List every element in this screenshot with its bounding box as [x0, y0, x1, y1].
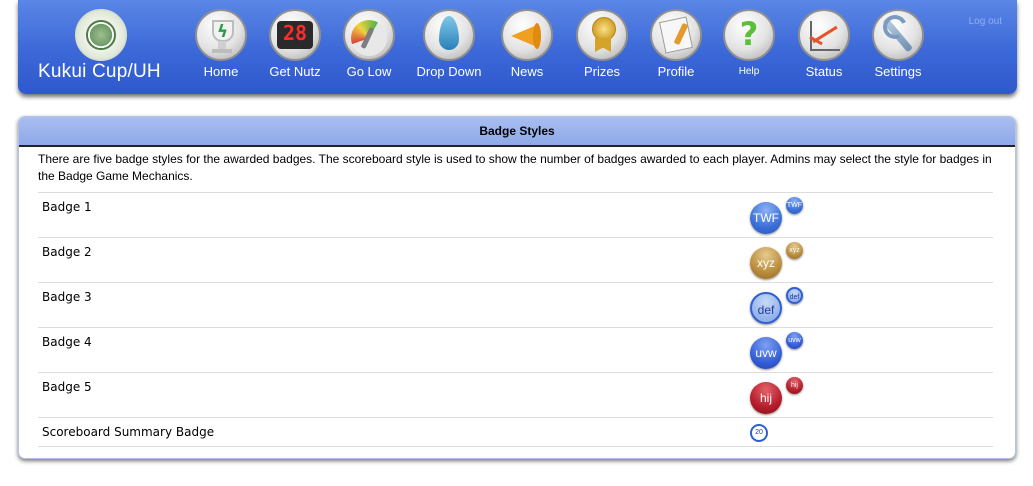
badge-small: xyz [786, 242, 803, 259]
nav-label-profile: Profile [657, 64, 695, 79]
line-chart-icon [798, 9, 850, 61]
badge-large: TWF [750, 202, 782, 234]
nav-label-get-nutz: Get Nutz [269, 64, 321, 79]
scoreboard-summary-row: Scoreboard Summary Badge 20 [38, 418, 993, 447]
nav-label-status: Status [805, 64, 843, 79]
scoreboard-count-badge: 20 [750, 424, 768, 442]
badge-small: TWF [786, 197, 803, 214]
logout-link[interactable]: Log out [969, 16, 1002, 27]
badge-row-label: Badge 5 [42, 380, 92, 394]
scoreboard-icon: 28 [269, 9, 321, 61]
badge-small: uvw [786, 332, 803, 349]
nav-item-help[interactable]: ? Help [714, 9, 784, 87]
top-navigation-bar: Kukui Cup/UH Log out ϟ Home 28 Get Nutz … [18, 0, 1017, 94]
badge-row-label: Badge 2 [42, 245, 92, 259]
nav-label-news: News [510, 64, 544, 79]
badge-row-1: Badge 1 TWF TWF [38, 193, 993, 238]
nav-label-go-low: Go Low [346, 64, 392, 79]
nav-item-status[interactable]: Status [789, 9, 859, 87]
nav-label-help: Help [738, 66, 760, 77]
profile-card-icon [650, 9, 702, 61]
badge-row-label: Badge 1 [42, 200, 92, 214]
badge-row-label: Badge 3 [42, 290, 92, 304]
badge-samples: 20 [750, 422, 830, 458]
scoreboard-digits: 28 [282, 21, 308, 45]
nav-item-settings[interactable]: Settings [863, 9, 933, 87]
site-brand[interactable]: Kukui Cup/UH [38, 61, 161, 83]
nav-label-prizes: Prizes [583, 64, 621, 79]
badge-samples: def def [750, 287, 830, 325]
panel-title: Badge Styles [19, 117, 1015, 147]
trophy-base-shape [212, 49, 232, 53]
question-mark-glyph: ? [739, 15, 759, 53]
medal-disc [592, 17, 616, 41]
badge-samples: xyz xyz [750, 242, 830, 280]
badge-row-4: Badge 4 uvw uvw [38, 328, 993, 373]
wrench-head [879, 11, 911, 43]
badge-row-2: Badge 2 xyz xyz [38, 238, 993, 283]
badge-styles-table: Badge 1 TWF TWF Badge 2 xyz xyz Badge 3 … [38, 192, 993, 447]
badge-samples: hij hij [750, 377, 830, 415]
badge-samples: uvw uvw [750, 332, 830, 370]
nav-item-get-nutz[interactable]: 28 Get Nutz [260, 9, 330, 87]
badge-large: xyz [750, 247, 782, 279]
badge-samples: TWF TWF [750, 197, 830, 235]
megaphone-bell [533, 23, 541, 49]
nav-item-drop-down[interactable]: Drop Down [414, 9, 484, 87]
water-drop-shape [439, 16, 459, 50]
trophy-icon: ϟ [195, 9, 247, 61]
badge-styles-panel: Badge Styles There are five badge styles… [18, 116, 1016, 459]
seal-emblem [86, 20, 116, 50]
badge-row-5: Badge 5 hij hij [38, 373, 993, 418]
lightning-bolt-glyph: ϟ [217, 22, 229, 42]
water-drop-icon [423, 9, 475, 61]
university-seal-logo[interactable] [75, 9, 127, 61]
panel-description: There are five badge styles for the awar… [38, 152, 992, 183]
nav-item-news[interactable]: News [492, 9, 562, 87]
badge-small: def [786, 287, 803, 304]
badge-large: hij [750, 382, 782, 414]
nav-item-prizes[interactable]: Prizes [567, 9, 637, 87]
badge-row-label: Badge 4 [42, 335, 92, 349]
nav-label-home: Home [203, 64, 239, 79]
nav-item-profile[interactable]: Profile [641, 9, 711, 87]
nav-item-home[interactable]: ϟ Home [186, 9, 256, 87]
badge-small: hij [786, 377, 803, 394]
nav-item-go-low[interactable]: Go Low [334, 9, 404, 87]
wrench-icon [872, 9, 924, 61]
badge-large: def [750, 292, 782, 324]
nav-label-settings: Settings [874, 64, 922, 79]
badge-large: uvw [750, 337, 782, 369]
gauge-icon [343, 9, 395, 61]
nav-label-drop-down: Drop Down [416, 64, 482, 79]
megaphone-icon [501, 9, 553, 61]
medal-ribbon [595, 38, 611, 52]
badge-row-label: Scoreboard Summary Badge [42, 425, 215, 439]
medal-icon [576, 9, 628, 61]
question-mark-icon: ? [723, 9, 775, 61]
badge-row-3: Badge 3 def def [38, 283, 993, 328]
